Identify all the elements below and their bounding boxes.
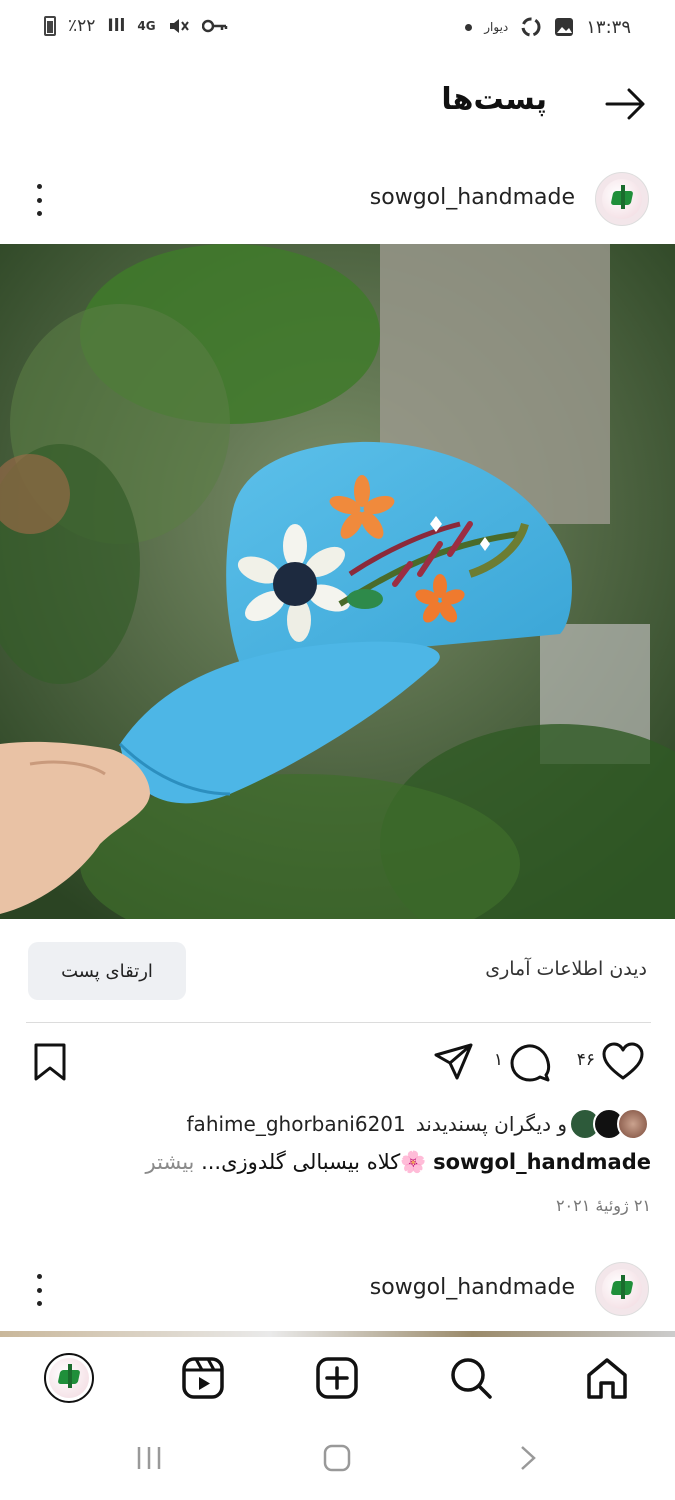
battery-text: ٪۲۲ [68, 16, 96, 36]
signal-icon: Ill [107, 16, 126, 36]
avatar-logo [602, 179, 642, 219]
gallery-icon [555, 18, 574, 36]
network-label: 4G [137, 19, 156, 33]
avatar-logo [602, 1269, 642, 1309]
search-icon[interactable] [448, 1355, 494, 1401]
sync-icon [521, 17, 541, 37]
system-nav-bar [0, 1423, 675, 1500]
reels-icon[interactable] [180, 1355, 226, 1401]
next-post-header: sowgol_handmade [0, 1248, 675, 1328]
liked-by-suffix: و دیگران پسندیدند [415, 1112, 567, 1136]
post-caption: sowgol_handmade 🌸کلاه بیسبالی گلدوزی... … [21, 1150, 651, 1175]
notification-dot [465, 23, 473, 31]
divider [26, 1022, 651, 1023]
post-actions: ۴۶ ۱ [0, 1036, 675, 1092]
avatar[interactable] [595, 1262, 649, 1316]
view-insights-link[interactable]: دیدن اطلاعات آماری [485, 958, 647, 980]
bookmark-icon[interactable] [32, 1042, 68, 1082]
top-bar: پست‌ها [0, 60, 675, 148]
liked-by-row[interactable]: و دیگران پسندیدند fahime_ghorbani6201 [187, 1104, 649, 1144]
clock: ۱۳:۳۹ [586, 16, 631, 38]
cap-photo [0, 244, 675, 919]
profile-avatar-icon [49, 1358, 89, 1398]
caption-text: 🌸کلاه بیسبالی گلدوزی... [201, 1150, 427, 1174]
status-right: دیوار ۱۳:۳۹ [465, 16, 631, 38]
liker-avatars [569, 1108, 649, 1140]
carrier-label: دیوار [484, 20, 509, 34]
page-title: پست‌ها [441, 82, 547, 117]
boost-post-button[interactable]: ارتقای پست [28, 942, 186, 1000]
next-post-username[interactable]: sowgol_handmade [370, 1275, 575, 1300]
mute-icon [169, 19, 189, 33]
create-icon[interactable] [314, 1355, 360, 1401]
heart-icon[interactable] [601, 1042, 645, 1082]
home-button-icon[interactable] [322, 1443, 352, 1473]
insights-row: ارتقای پست دیدن اطلاعات آماری [0, 940, 675, 1004]
status-bar: ٪۲۲ Ill 4G دیوار ۱۳:۳۹ [0, 0, 675, 56]
status-left: ٪۲۲ Ill 4G [44, 16, 228, 36]
avatar[interactable] [595, 172, 649, 226]
post-header: sowgol_handmade [0, 158, 675, 238]
back-chevron-icon[interactable] [512, 1443, 542, 1473]
kebab-icon[interactable] [35, 184, 43, 216]
profile-tab[interactable] [44, 1353, 94, 1403]
key-icon [201, 19, 227, 33]
home-icon[interactable] [584, 1355, 630, 1401]
liked-by-username[interactable]: fahime_ghorbani6201 [187, 1112, 406, 1136]
post-username[interactable]: sowgol_handmade [370, 185, 575, 210]
comment-count[interactable]: ۱ [494, 1050, 503, 1070]
post-date: ۲۱ ژوئیهٔ ۲۰۲۱ [555, 1196, 651, 1215]
recents-icon[interactable] [134, 1443, 164, 1473]
post-image[interactable] [0, 244, 675, 919]
caption-more-link[interactable]: بیشتر [146, 1150, 195, 1174]
caption-username[interactable]: sowgol_handmade [433, 1150, 651, 1174]
liker-avatar [617, 1108, 649, 1140]
like-count[interactable]: ۴۶ [577, 1050, 595, 1070]
kebab-icon[interactable] [35, 1274, 43, 1306]
battery-icon [44, 16, 56, 36]
bottom-nav [0, 1337, 675, 1423]
send-icon[interactable] [433, 1042, 475, 1082]
arrow-right-icon[interactable] [603, 84, 649, 124]
comment-icon[interactable] [509, 1042, 551, 1084]
